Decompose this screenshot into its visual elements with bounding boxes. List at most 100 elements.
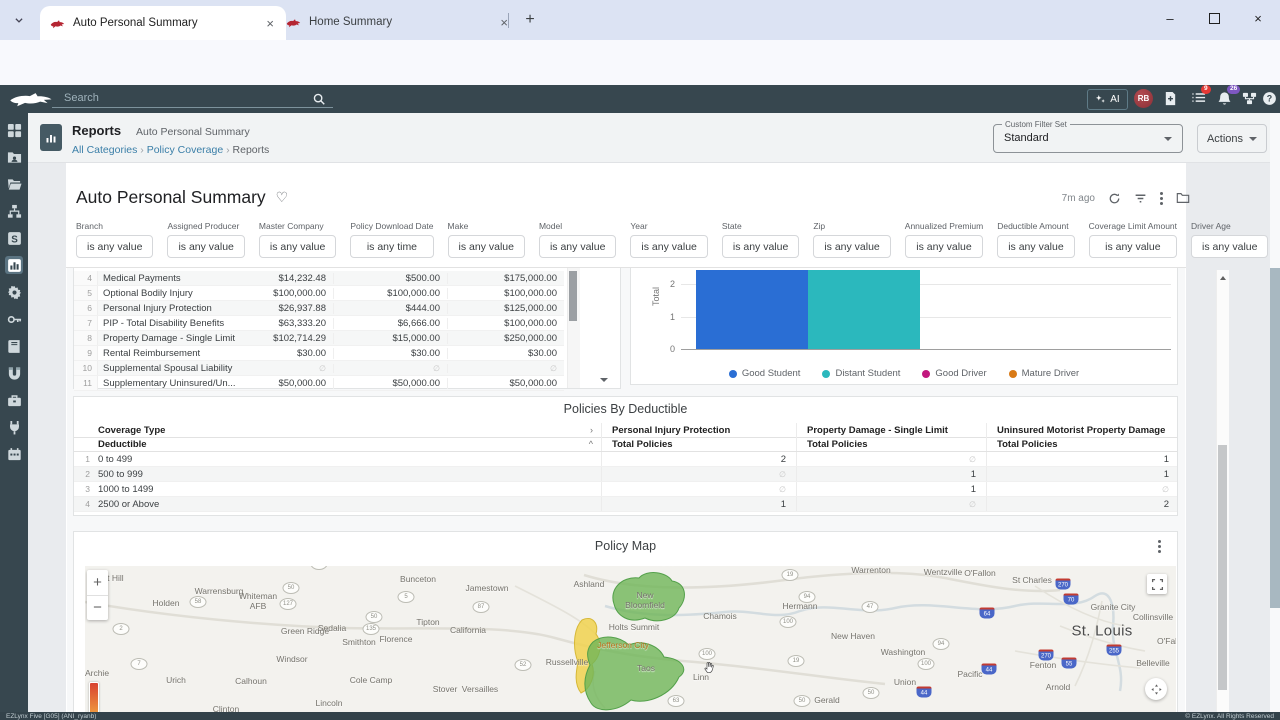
filter-value-button[interactable]: is any value <box>1191 235 1268 258</box>
integrations-plug-icon[interactable] <box>5 418 23 436</box>
coverage-value: $125,000.00 <box>448 303 564 314</box>
custom-filter-set-select[interactable]: Custom Filter Set Standard <box>993 124 1183 153</box>
filter-value-button[interactable]: is any value <box>448 235 525 258</box>
org-sitemap-icon[interactable] <box>1242 91 1257 106</box>
table-expand-icon[interactable] <box>600 378 608 382</box>
total-policies-header[interactable]: Total Policies <box>601 437 796 451</box>
browser-tab-active[interactable]: Auto Personal Summary × <box>40 6 286 40</box>
dashboard-menu-icon[interactable] <box>1160 192 1163 205</box>
coverage-table-row[interactable]: 6Personal Injury Protection$26,937.88$44… <box>74 301 564 316</box>
deductible-row[interactable]: 31000 to 1499∅1∅ <box>74 482 1177 497</box>
chart-bar-distant-student[interactable] <box>808 270 920 349</box>
deductible-row[interactable]: 10 to 4992∅1 <box>74 452 1177 467</box>
coverage-table-row[interactable]: 9Rental Reimbursement$30.00$30.00$30.00 <box>74 346 564 361</box>
map-city-label: Russellville <box>546 658 589 668</box>
map-pan-control[interactable] <box>1145 678 1167 700</box>
legend-item-mature-driver[interactable]: Mature Driver <box>1009 368 1080 379</box>
filter-value-button[interactable]: is any value <box>539 235 616 258</box>
page-scrollbar-thumb[interactable] <box>1270 268 1280 608</box>
breadcrumb-all-categories[interactable]: All Categories <box>72 144 137 156</box>
filter-value-button[interactable]: is any value <box>167 235 244 258</box>
filter-value-button[interactable]: is any value <box>813 235 890 258</box>
global-search-input[interactable]: Search <box>64 92 99 104</box>
bar-chart-icon <box>45 132 57 144</box>
total-policies-header[interactable]: Total Policies <box>986 437 1179 451</box>
documents-folder-icon[interactable] <box>5 175 23 193</box>
table-scrollbar-thumb[interactable] <box>569 271 577 321</box>
deductible-row[interactable]: 42500 or Above1∅2 <box>74 497 1177 512</box>
chart-bar-good-student[interactable] <box>696 270 808 349</box>
map-city-label: Whiteman AFB <box>239 592 277 612</box>
map-menu-icon[interactable] <box>1158 540 1161 553</box>
refresh-icon[interactable] <box>1108 192 1121 205</box>
dashboard-scrollbar-thumb[interactable] <box>1218 445 1227 690</box>
coverage-table-row[interactable]: 5Optional Bodily Injury$100,000.00$100,0… <box>74 286 564 301</box>
coverage-value: ∅ <box>448 364 564 373</box>
coverage-table-row[interactable]: 10Supplemental Spousal Liability∅∅∅ <box>74 361 564 376</box>
map-fullscreen-button[interactable] <box>1147 574 1167 594</box>
s-badge-icon[interactable]: S <box>5 229 23 247</box>
folder-icon[interactable] <box>1176 191 1190 205</box>
map-city-label: New Haven <box>831 632 875 642</box>
notifications-badge: 26 <box>1227 85 1240 94</box>
tab-search-chevron-button[interactable] <box>8 9 30 31</box>
deductible-header-measures: Deductible^Total PoliciesTotal PoliciesT… <box>74 437 1177 452</box>
search-icon[interactable] <box>312 92 326 106</box>
tab-close-icon[interactable]: × <box>264 16 276 31</box>
browser-tab-inactive[interactable]: Home Summary × <box>276 8 520 36</box>
y-tick-label: 2 <box>659 279 675 289</box>
column-header-uninsured-motorist-property-damage[interactable]: Uninsured Motorist Property Damage <box>986 423 1179 437</box>
legend-item-good-driver[interactable]: Good Driver <box>922 368 986 379</box>
breadcrumb-policy-coverage[interactable]: Policy Coverage <box>147 144 223 156</box>
interstate-shield: 55 <box>1062 658 1077 669</box>
automation-machine-icon[interactable] <box>5 445 23 463</box>
filter-value-button[interactable]: is any time <box>350 235 433 258</box>
filters-toggle-icon[interactable] <box>1134 192 1147 205</box>
coverage-table-row[interactable]: 11Supplementary Uninsured/Un...$50,000.0… <box>74 376 564 391</box>
coverage-name: Medical Payments <box>98 273 272 284</box>
org-structure-icon[interactable] <box>5 202 23 220</box>
map-zoom-out-button[interactable]: − <box>87 595 108 621</box>
column-header-personal-injury-protection[interactable]: Personal Injury Protection <box>601 423 796 437</box>
help-icon[interactable]: ? <box>1262 91 1277 106</box>
filter-value-button[interactable]: is any value <box>259 235 336 258</box>
dashboard-icon[interactable] <box>5 121 23 139</box>
deductible-rows: 10 to 4992∅12500 to 999∅1131000 to 1499∅… <box>74 452 1177 512</box>
filter-value-button[interactable]: is any value <box>905 235 983 258</box>
map-zoom-in-button[interactable]: + <box>87 570 108 595</box>
access-key-icon[interactable] <box>5 310 23 328</box>
deductible-row[interactable]: 2500 to 999∅11 <box>74 467 1177 482</box>
ai-button[interactable]: AI <box>1087 89 1128 110</box>
filter-value-button[interactable]: is any value <box>722 235 799 258</box>
address-book-icon[interactable] <box>5 337 23 355</box>
settings-gear-icon[interactable] <box>5 283 23 301</box>
filter-value-button[interactable]: is any value <box>76 235 153 258</box>
filter-value-button[interactable]: is any value <box>997 235 1074 258</box>
reports-icon[interactable] <box>5 256 23 274</box>
coverage-table-row[interactable]: 7PIP - Total Disability Benefits$63,333.… <box>74 316 564 331</box>
coverage-table-row[interactable]: 8Property Damage - Single Limit$102,714.… <box>74 331 564 346</box>
client-folder-icon[interactable] <box>5 148 23 166</box>
new-tab-button[interactable]: + <box>519 9 541 31</box>
legend-item-good-student[interactable]: Good Student <box>729 368 801 379</box>
map-city-label: Jamestown <box>466 584 509 594</box>
sort-asc-icon[interactable]: ^ <box>589 439 593 449</box>
favorite-heart-icon[interactable]: ♡ <box>276 189 289 206</box>
coverage-table-row[interactable]: 4Medical Payments$14,232.48$500.00$175,0… <box>74 271 564 286</box>
filter-value-button[interactable]: is any value <box>1089 235 1177 258</box>
total-policies-header[interactable]: Total Policies <box>796 437 986 451</box>
window-maximize-button[interactable] <box>1192 0 1236 36</box>
policy-map[interactable]: nt HillHoldenWarrensburgWhiteman AFBSeda… <box>85 566 1176 713</box>
retention-magnet-icon[interactable] <box>5 364 23 382</box>
chevron-right-icon[interactable]: › <box>590 425 593 435</box>
filter-value-button[interactable]: is any value <box>630 235 707 258</box>
user-avatar[interactable]: RB <box>1134 89 1153 108</box>
coverage-value: $100,000.00 <box>334 288 448 299</box>
window-minimize-button[interactable]: – <box>1148 0 1192 36</box>
actions-button[interactable]: Actions <box>1197 124 1267 153</box>
column-header-property-damage-single-limit[interactable]: Property Damage - Single Limit <box>796 423 986 437</box>
window-close-button[interactable]: × <box>1236 0 1280 36</box>
toolbox-icon[interactable] <box>5 391 23 409</box>
new-document-icon[interactable] <box>1163 91 1178 106</box>
legend-item-distant-student[interactable]: Distant Student <box>822 368 900 379</box>
